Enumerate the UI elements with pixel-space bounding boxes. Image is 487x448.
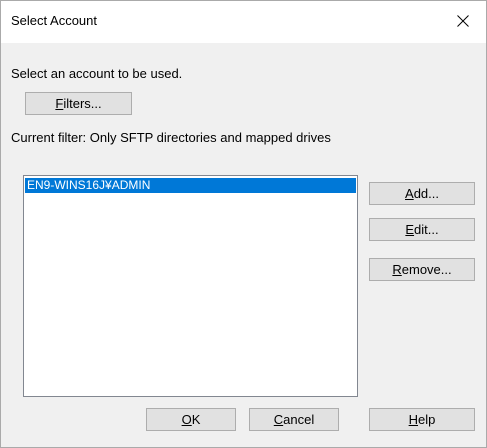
cancel-mnemonic: C	[273, 412, 284, 427]
ok-label: K	[191, 412, 201, 427]
help-button[interactable]: Help	[369, 408, 475, 431]
edit-label: dit...	[414, 222, 439, 237]
filters-label: ilters...	[63, 96, 102, 111]
ok-button[interactable]: OK	[146, 408, 236, 431]
window-title: Select Account	[11, 13, 97, 28]
cancel-label: ancel	[283, 412, 315, 427]
close-button[interactable]	[440, 1, 486, 41]
list-item[interactable]: EN9-WINS16J¥ADMIN	[25, 178, 356, 193]
remove-button[interactable]: Remove...	[369, 258, 475, 281]
filters-button[interactable]: Filters...	[25, 92, 132, 115]
add-button[interactable]: Add...	[369, 182, 475, 205]
filters-mnemonic: F	[55, 96, 64, 111]
remove-mnemonic: R	[392, 262, 402, 277]
close-icon	[457, 15, 469, 27]
help-mnemonic: H	[408, 412, 419, 427]
account-list[interactable]: EN9-WINS16J¥ADMIN	[23, 175, 358, 397]
edit-mnemonic: E	[405, 222, 415, 237]
edit-button[interactable]: Edit...	[369, 218, 475, 241]
title-bar: Select Account	[1, 1, 486, 43]
cancel-button[interactable]: Cancel	[249, 408, 339, 431]
ok-mnemonic: O	[181, 412, 192, 427]
select-account-dialog: Select Account Select an account to be u…	[0, 0, 487, 448]
add-label: dd...	[413, 186, 439, 201]
help-label: elp	[418, 412, 436, 427]
remove-label: emove...	[401, 262, 452, 277]
instruction-text: Select an account to be used.	[11, 66, 183, 81]
add-mnemonic: A	[405, 186, 414, 201]
current-filter-text: Current filter: Only SFTP directories an…	[11, 130, 331, 145]
